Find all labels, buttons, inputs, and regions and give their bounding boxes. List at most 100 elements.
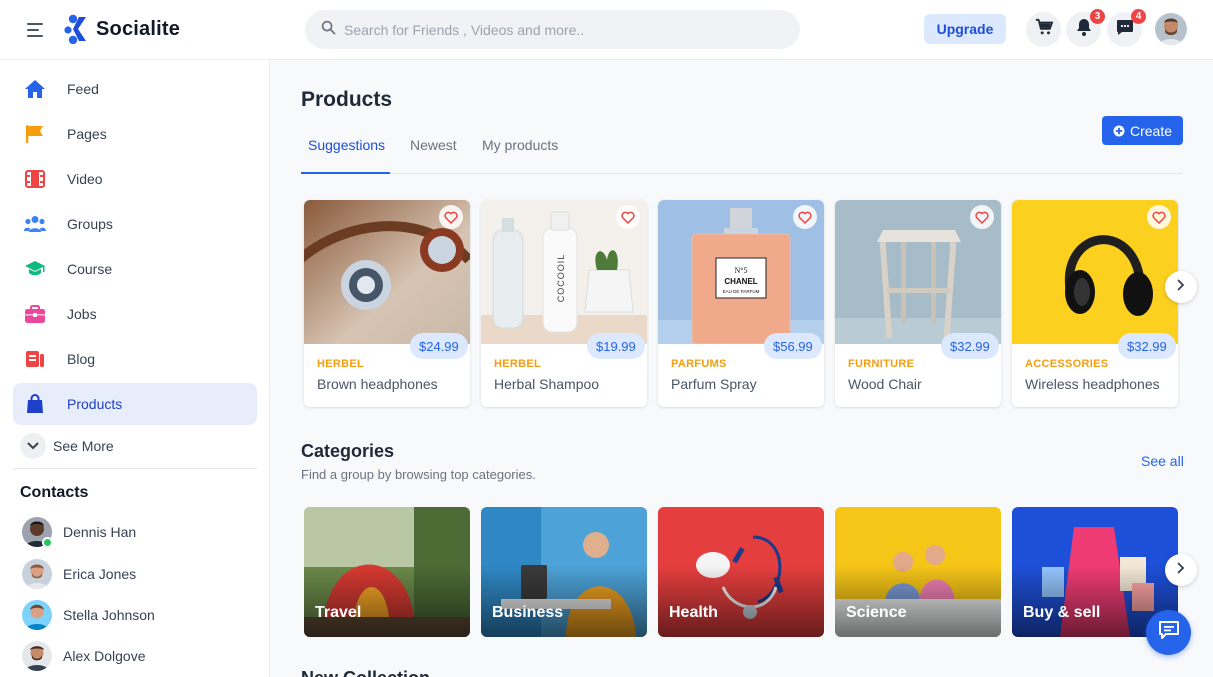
contact-name: Stella Johnson [63, 607, 155, 623]
create-button[interactable]: Create [1102, 116, 1183, 145]
favorite-heart-icon[interactable] [439, 205, 463, 229]
cart-icon [1035, 18, 1053, 41]
search-bar[interactable] [305, 10, 800, 49]
categories-title: Categories [301, 441, 395, 461]
sidebar-item-jobs[interactable]: Jobs [13, 293, 257, 335]
products-next-button[interactable] [1165, 271, 1197, 303]
favorite-heart-icon[interactable] [616, 205, 640, 229]
upgrade-button[interactable]: Upgrade [924, 14, 1006, 44]
sidebar-item-label: Blog [67, 351, 96, 367]
contact-item[interactable]: Stella Johnson [22, 600, 155, 630]
contact-name: Dennis Han [63, 524, 137, 540]
messages-button[interactable]: 4 [1107, 9, 1146, 47]
chat-fab-button[interactable] [1146, 610, 1191, 655]
product-price: $32.99 [1118, 333, 1176, 359]
see-more-button[interactable]: See More [20, 433, 114, 459]
product-card[interactable]: FURNITURE Wood Chair [835, 200, 1001, 407]
category-card-science[interactable]: Science [835, 507, 1001, 637]
product-category: ACCESSORIES [1025, 358, 1109, 370]
users-icon [24, 213, 46, 235]
category-label: Business [492, 604, 564, 621]
category-label: Health [669, 604, 718, 621]
menu-icon[interactable] [27, 21, 45, 37]
category-card-health[interactable]: Health [658, 507, 824, 637]
avatar [22, 559, 52, 589]
contact-item[interactable]: Alex Dolgove [22, 641, 146, 671]
cart-button[interactable] [1026, 12, 1061, 47]
search-input[interactable] [344, 21, 764, 38]
category-label: Buy & sell [1023, 604, 1101, 621]
sidebar-item-label: Groups [67, 216, 113, 232]
product-name: Wood Chair [848, 376, 922, 392]
plus-circle-icon [1113, 125, 1125, 137]
chevron-right-icon [1177, 278, 1185, 296]
sidebar-item-blog[interactable]: Blog [13, 338, 257, 380]
favorite-heart-icon[interactable] [793, 205, 817, 229]
notifications-button[interactable]: 3 [1066, 9, 1105, 47]
sidebar-item-video[interactable]: Video [13, 158, 257, 200]
new-collection-title: New Collection [301, 668, 430, 677]
sidebar-item-label: Video [67, 171, 103, 187]
product-card[interactable]: N°5 CHANEL EAU DE PARFUM PARFUMS Parfum … [658, 200, 824, 407]
search-icon [321, 20, 336, 40]
category-label: Travel [315, 604, 362, 621]
product-name: Brown headphones [317, 376, 438, 392]
product-card[interactable]: COCOOIL HERBEL Herbal Shampoo [481, 200, 647, 407]
logo-icon [64, 14, 90, 45]
online-indicator [42, 537, 53, 548]
sidebar-item-label: Feed [67, 81, 99, 97]
flag-icon [24, 123, 46, 145]
film-icon [24, 168, 46, 190]
avatar [22, 641, 52, 671]
sidebar-item-groups[interactable]: Groups [13, 203, 257, 245]
page-title: Products [301, 88, 393, 111]
favorite-heart-icon[interactable] [1147, 205, 1171, 229]
category-label: Science [846, 604, 907, 621]
chat-icon [1158, 620, 1180, 645]
bell-icon [1076, 18, 1092, 41]
sidebar-item-label: Course [67, 261, 113, 277]
app-logo[interactable]: Socialite [64, 14, 180, 45]
product-price: $24.99 [410, 333, 468, 359]
categories-next-button[interactable] [1165, 554, 1197, 586]
avatar [22, 600, 52, 630]
see-all-link[interactable]: See all [1141, 453, 1184, 469]
sidebar-item-pages[interactable]: Pages [13, 113, 257, 155]
perfume-label-no5: N°5 [735, 266, 748, 275]
sidebar-item-label: Products [67, 396, 123, 412]
tabs-divider [301, 173, 1183, 174]
tab-suggestions[interactable]: Suggestions [308, 137, 385, 153]
product-category: FURNITURE [848, 358, 915, 370]
see-more-label: See More [53, 438, 114, 454]
product-price: $19.99 [587, 333, 645, 359]
product-category: HERBEL [317, 358, 365, 370]
perfume-label-brand: CHANEL [724, 277, 757, 286]
user-avatar[interactable] [1155, 13, 1187, 45]
sidebar: Feed Pages Video Groups Course Jobs Blog… [0, 60, 270, 677]
favorite-heart-icon[interactable] [970, 205, 994, 229]
briefcase-icon [24, 303, 46, 325]
sidebar-item-products[interactable]: Products [13, 383, 257, 425]
chevron-right-icon [1177, 561, 1185, 579]
product-card[interactable]: HERBEL Brown headphones [304, 200, 470, 407]
contact-item[interactable]: Dennis Han [22, 517, 137, 548]
sidebar-item-feed[interactable]: Feed [13, 68, 257, 110]
create-label: Create [1129, 122, 1173, 139]
product-price: $32.99 [941, 333, 999, 359]
messages-badge: 4 [1131, 9, 1146, 24]
notifications-badge: 3 [1090, 9, 1105, 24]
category-card-business[interactable]: Business [481, 507, 647, 637]
contact-item[interactable]: Erica Jones [22, 559, 136, 589]
sidebar-divider [13, 468, 257, 469]
product-card[interactable]: ACCESSORIES Wireless headphones [1012, 200, 1178, 407]
active-tab-indicator [301, 172, 390, 174]
product-name: Herbal Shampoo [494, 376, 600, 392]
shopping-bag-icon [24, 393, 46, 415]
graduation-cap-icon [24, 258, 46, 280]
contacts-title: Contacts [20, 484, 89, 501]
tab-newest[interactable]: Newest [410, 137, 457, 153]
product-price: $56.99 [764, 333, 822, 359]
category-card-travel[interactable]: Travel [304, 507, 470, 637]
sidebar-item-course[interactable]: Course [13, 248, 257, 290]
tab-my-products[interactable]: My products [482, 137, 558, 153]
